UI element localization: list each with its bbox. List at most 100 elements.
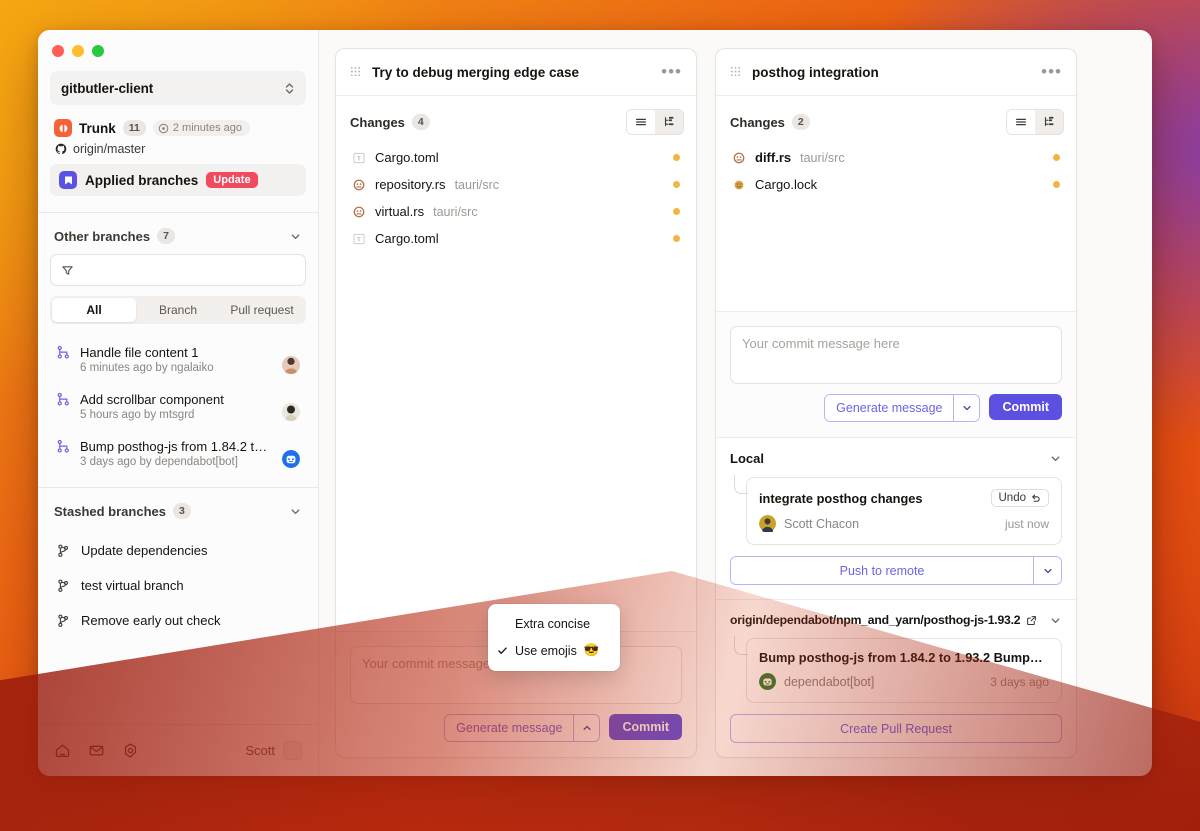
tab-branch[interactable]: Branch <box>136 298 220 322</box>
list-item[interactable]: Bump posthog-js from 1.84.2 to 1.9... 3 … <box>50 430 306 477</box>
emoji-sunglasses-icon: 😎 <box>584 643 600 658</box>
drag-handle-icon[interactable] <box>730 66 741 79</box>
mail-icon[interactable] <box>88 742 105 759</box>
maximize-window-button[interactable] <box>92 45 104 57</box>
undo-button-label: Undo <box>999 492 1027 504</box>
close-window-button[interactable] <box>52 45 64 57</box>
remote-section-title-group: origin/dependabot/npm_and_yarn/posthog-j… <box>730 613 1037 627</box>
file-row[interactable]: T Cargo.toml <box>344 225 688 252</box>
chevron-down-icon[interactable] <box>953 395 979 421</box>
branch-filter-input[interactable] <box>81 263 295 277</box>
undo-button[interactable]: Undo <box>991 489 1050 507</box>
applied-branches-icon <box>59 171 77 189</box>
update-badge[interactable]: Update <box>206 172 257 188</box>
remote-section-header[interactable]: origin/dependabot/npm_and_yarn/posthog-j… <box>730 613 1062 627</box>
commit-card-bottom: dependabot[bot] 3 days ago <box>759 673 1049 691</box>
list-item[interactable]: Add scrollbar component 5 hours ago by m… <box>50 383 306 430</box>
stash-label: Remove early out check <box>81 613 220 628</box>
chevron-down-icon[interactable] <box>289 230 302 243</box>
create-pull-request-button[interactable]: Create Pull Request <box>730 714 1062 743</box>
github-icon <box>55 143 67 155</box>
trunk-origin-row[interactable]: origin/master <box>50 139 306 156</box>
file-row[interactable]: virtual.rs tauri/src <box>344 198 688 225</box>
branch-icon <box>56 439 71 468</box>
list-item[interactable]: test virtual branch <box>50 568 306 603</box>
changes-title: Changes <box>350 115 405 130</box>
commit-button[interactable]: Commit <box>609 714 682 740</box>
file-path: tauri/src <box>455 178 499 192</box>
list-item-body: Add scrollbar component 5 hours ago by m… <box>80 392 273 421</box>
avatar[interactable] <box>283 741 302 760</box>
external-link-icon[interactable] <box>1026 615 1037 626</box>
applied-branches-row[interactable]: Applied branches Update <box>50 164 306 196</box>
tab-all[interactable]: All <box>52 298 136 322</box>
svg-text:T: T <box>357 156 361 162</box>
commit-time: just now <box>1005 517 1049 531</box>
minimize-window-button[interactable] <box>72 45 84 57</box>
menu-item-use-emojis[interactable]: Use emojis 😎 <box>488 637 620 664</box>
file-row[interactable]: T Cargo.toml <box>344 144 688 171</box>
commit-actions: Generate message Commit <box>730 394 1062 422</box>
generate-message-button[interactable]: Generate message <box>445 715 573 741</box>
file-row[interactable]: repository.rs tauri/src <box>344 171 688 198</box>
chevron-down-icon[interactable] <box>289 505 302 518</box>
tab-pull-request[interactable]: Pull request <box>220 298 304 322</box>
commit-actions: Generate message Commit <box>350 714 682 742</box>
lane-title: posthog integration <box>752 65 1030 80</box>
settings-icon[interactable] <box>122 742 139 759</box>
menu-item-extra-concise[interactable]: Extra concise <box>488 611 620 637</box>
generate-message-button[interactable]: Generate message <box>825 395 953 421</box>
stashed-branches-list: Update dependencies test virtual branch <box>38 529 318 638</box>
ellipsis-icon[interactable]: ••• <box>661 67 682 77</box>
commit-card[interactable]: integrate posthog changes Undo <box>746 477 1062 545</box>
chevron-down-icon[interactable] <box>1033 557 1061 584</box>
project-selector[interactable]: gitbutler-client <box>50 71 306 105</box>
chevron-down-icon[interactable] <box>1049 452 1062 465</box>
list-view-icon[interactable] <box>627 110 655 134</box>
tree-view-icon[interactable] <box>655 110 683 134</box>
commit-button[interactable]: Commit <box>989 394 1062 420</box>
bot-avatar <box>282 450 300 468</box>
lane-board: Try to debug merging edge case ••• Chang… <box>319 30 1152 776</box>
push-to-remote-button[interactable]: Push to remote <box>731 557 1033 584</box>
status-badge <box>1053 181 1060 188</box>
footer-user[interactable]: Scott <box>245 741 302 760</box>
trunk-label: Trunk <box>79 121 116 136</box>
file-row[interactable]: diff.rs tauri/src <box>724 144 1068 171</box>
git-branch-icon <box>56 579 70 593</box>
app-window: gitbutler-client Trunk 11 <box>38 30 1152 776</box>
list-item[interactable]: Update dependencies <box>50 533 306 568</box>
chevron-down-icon[interactable] <box>1049 614 1062 627</box>
file-name: diff.rs <box>755 150 791 165</box>
trunk-row[interactable]: Trunk 11 2 minutes ago <box>50 117 306 139</box>
file-name: Cargo.lock <box>755 177 817 192</box>
commit-card-top: integrate posthog changes Undo <box>759 489 1049 507</box>
list-item[interactable]: Remove early out check <box>50 603 306 638</box>
lock-file-icon <box>732 178 746 192</box>
home-icon[interactable] <box>54 742 71 759</box>
commit-message-input[interactable]: Your commit message here <box>730 326 1062 384</box>
trunk-block: Trunk 11 2 minutes ago ori <box>38 105 318 196</box>
list-view-icon[interactable] <box>1007 110 1035 134</box>
project-name: gitbutler-client <box>61 81 153 96</box>
local-section-header[interactable]: Local <box>730 451 1062 466</box>
stash-label: Update dependencies <box>81 543 208 558</box>
commit-card-bottom: Scott Chacon just now <box>759 515 1049 533</box>
generate-message-group: Generate message <box>444 714 600 742</box>
changes-header-left: Changes 2 <box>730 114 810 130</box>
other-branches-header[interactable]: Other branches 7 <box>38 213 318 254</box>
rust-file-icon <box>732 151 746 165</box>
commit-card[interactable]: Bump posthog-js from 1.84.2 to 1.93.2 Bu… <box>746 638 1062 703</box>
lane-try-to-debug-merging-edge-case: Try to debug merging edge case ••• Chang… <box>335 48 697 758</box>
stashed-branches-header[interactable]: Stashed branches 3 <box>38 488 318 529</box>
ellipsis-icon[interactable]: ••• <box>1041 67 1062 77</box>
git-branch-icon <box>56 614 70 628</box>
branch-filter-field[interactable] <box>50 254 306 286</box>
list-item[interactable]: Handle file content 1 6 minutes ago by n… <box>50 336 306 383</box>
drag-handle-icon[interactable] <box>350 66 361 79</box>
list-item-body: Handle file content 1 6 minutes ago by n… <box>80 345 273 374</box>
branch-filter-tabs: All Branch Pull request <box>50 296 306 324</box>
chevron-up-icon[interactable] <box>573 715 599 741</box>
tree-view-icon[interactable] <box>1035 110 1063 134</box>
file-row[interactable]: Cargo.lock <box>724 171 1068 198</box>
